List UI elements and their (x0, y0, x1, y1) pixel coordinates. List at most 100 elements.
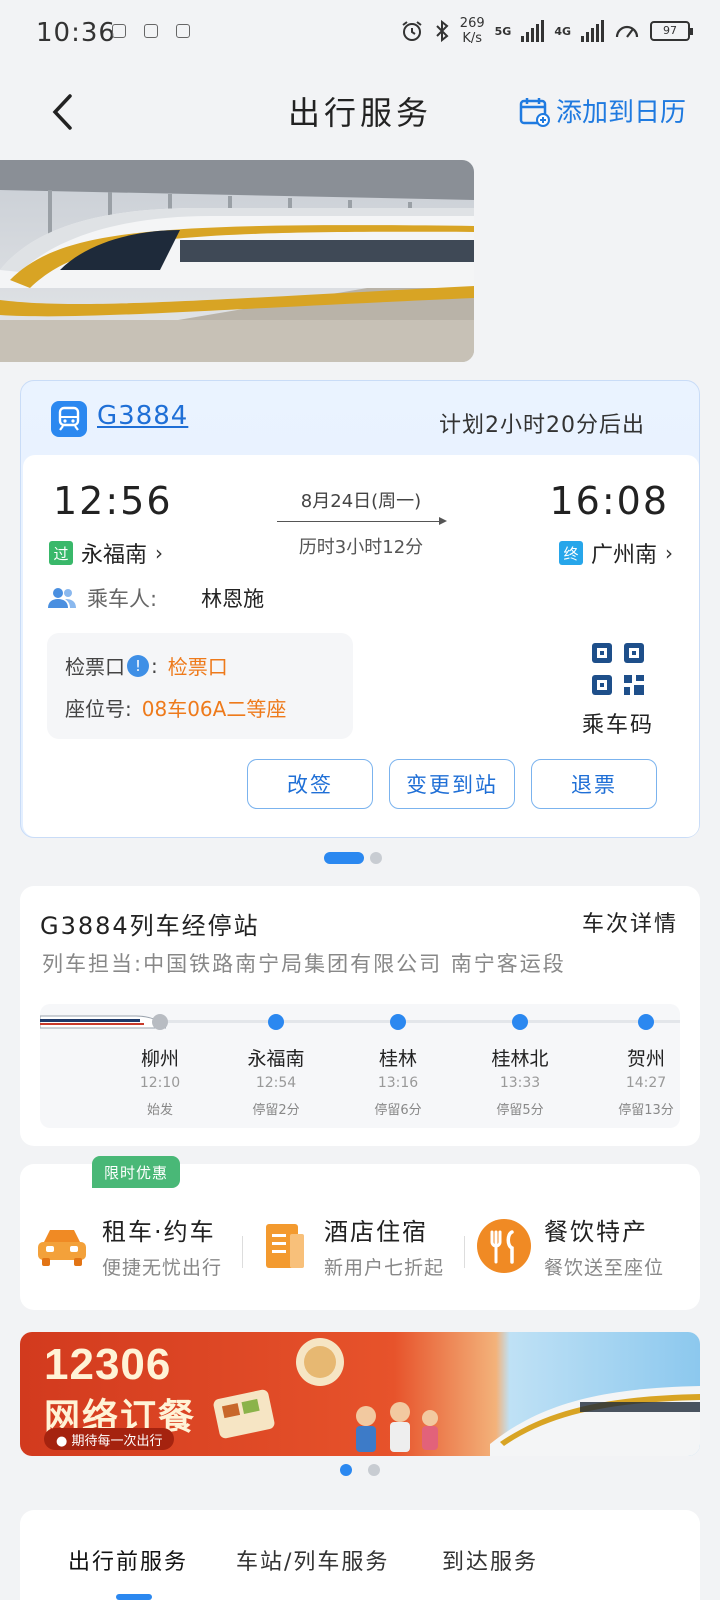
car-service-title: 租车·约车 (102, 1218, 216, 1246)
pager-dot (370, 852, 382, 864)
stop-stay: 停留5分 (496, 1103, 544, 1118)
arrival-time: 16:08 (549, 479, 669, 523)
service-tabs: 出行前服务 车站/列车服务 到达服务 (20, 1510, 700, 1600)
promo-badge: 限时优惠 (92, 1156, 181, 1188)
services-card: 限时优惠 租车·约车 便捷无忧出行 酒店住宿 新用户七折起 餐饮特产 餐饮送至座… (20, 1156, 700, 1310)
stop-stay: 停留13分 (618, 1103, 674, 1118)
refund-button[interactable]: 退票 (531, 759, 657, 809)
gate-label: 检票口 (65, 655, 125, 679)
chevron-right-icon: › (155, 541, 164, 565)
qr-code-icon (592, 643, 644, 695)
seat-label: 座位号: (65, 697, 132, 721)
notification-icons (112, 24, 190, 38)
stop-name: 贺州 (626, 1048, 665, 1070)
arrival-station[interactable]: 终 广州南 › (558, 537, 673, 569)
add-to-calendar-button[interactable]: 添加到日历 (518, 92, 686, 129)
seat-value: 08车06A二等座 (141, 697, 287, 721)
departure-station[interactable]: 过 永福南 › (49, 537, 163, 569)
network-label-1: 5G (494, 24, 512, 38)
info-icon[interactable]: ! (127, 654, 149, 677)
battery-icon: 97 (650, 21, 693, 41)
ticket-body: 12:56 8月24日(周一) 历时3小时12分 16:08 过 永福南 › 终… (23, 455, 699, 837)
active-tab-indicator (116, 1594, 152, 1600)
notification-icon (144, 24, 158, 38)
stop-time: 13:16 (377, 1075, 419, 1091)
food-service[interactable]: 餐饮特产 餐饮送至座位 (476, 1212, 664, 1280)
network-label-2: 4G (554, 24, 571, 38)
chevron-right-icon: › (665, 541, 673, 565)
divider (242, 1236, 243, 1268)
change-ticket-button[interactable]: 改签 (247, 759, 373, 809)
terminal-tag: 终 (558, 541, 583, 565)
stop-time: 12:10 (139, 1075, 181, 1091)
network-speed: 269 K/s (460, 16, 485, 46)
alarm-icon (402, 21, 422, 41)
pager-dot (368, 1464, 380, 1476)
banner-number: 12306 (44, 1340, 172, 1389)
food-service-subtitle: 餐饮送至座位 (544, 1257, 665, 1279)
status-bar: 10:36 269 K/s 5G 4G 97 (0, 0, 720, 70)
gate-value: 检票口 (167, 655, 228, 679)
speed-unit: K/s (462, 31, 483, 46)
train-number-link[interactable]: G3884 (97, 401, 188, 431)
signal-icon (581, 20, 604, 42)
stop-item[interactable]: 柳州 12:10 始发 (110, 1014, 210, 1118)
ticket-card[interactable]: G3884 计划2小时20分后出 12:56 8月24日(周一) 历时3小时12… (20, 380, 700, 838)
boarding-code-button[interactable]: 乘车码 (573, 641, 663, 739)
stop-stay: 停留2分 (252, 1103, 300, 1118)
stop-dot (638, 1014, 654, 1030)
stop-item[interactable]: 桂林北 13:33 停留5分 (470, 1014, 570, 1118)
hotel-icon (256, 1218, 312, 1274)
food-service-title: 餐饮特产 (544, 1218, 648, 1246)
car-service-subtitle: 便捷无忧出行 (102, 1257, 223, 1279)
boarding-code-label: 乘车码 (581, 713, 654, 738)
arrow-icon (277, 517, 447, 525)
pager-dot-active (324, 852, 364, 864)
status-icons: 269 K/s 5G 4G 97 (400, 16, 693, 46)
ticket-pager (324, 852, 382, 864)
bluetooth-icon (436, 19, 449, 43)
departure-countdown: 计划2小时20分后出 (439, 413, 645, 438)
tab-station-train[interactable]: 车站/列车服务 (236, 1544, 389, 1576)
stop-item[interactable]: 桂林 13:16 停留6分 (348, 1014, 448, 1118)
seat-info-box: 检票口 ! : 检票口 座位号: 08车06A二等座 (47, 633, 353, 739)
battery-level: 97 (663, 24, 677, 37)
stop-name: 桂林 (378, 1048, 417, 1070)
stop-stay: 停留6分 (374, 1103, 422, 1118)
stops-title: G3884列车经停站 (40, 912, 260, 940)
departure-station-name: 永福南 (81, 543, 148, 568)
passenger-label: 乘车人: (87, 587, 158, 611)
notification-icon (176, 24, 190, 38)
stop-dot (268, 1014, 284, 1030)
train-detail-link[interactable]: 车次详情 (582, 906, 678, 938)
operator-info: 列车担当:中国铁路南宁局集团有限公司 南宁客运段 (42, 952, 566, 976)
car-service[interactable]: 租车·约车 便捷无忧出行 (34, 1212, 222, 1280)
stop-timeline[interactable]: 柳州 12:10 始发 永福南 12:54 停留2分 桂林 13:16 停留6分… (40, 1004, 680, 1128)
hotel-service-title: 酒店住宿 (324, 1218, 428, 1246)
train-hero-image (0, 160, 474, 362)
change-destination-button[interactable]: 变更到站 (389, 759, 515, 809)
app-header: 出行服务 添加到日历 (0, 70, 720, 154)
banner-slogan: ● 期待每一次出行 (44, 1428, 175, 1450)
utensils-icon (476, 1218, 532, 1274)
calendar-icon (519, 97, 550, 127)
train-icon (51, 401, 87, 437)
stop-dot (512, 1014, 528, 1030)
arrival-station-name: 广州南 (590, 543, 657, 568)
passenger-icon (48, 588, 76, 608)
tab-arrival[interactable]: 到达服务 (442, 1544, 538, 1576)
speed-value: 269 (459, 16, 485, 31)
tab-pre-travel[interactable]: 出行前服务 (68, 1544, 188, 1576)
hotel-service[interactable]: 酒店住宿 新用户七折起 (256, 1212, 444, 1280)
seat-row: 座位号: 08车06A二等座 (65, 693, 286, 722)
stop-name: 永福南 (247, 1048, 305, 1070)
stop-item[interactable]: 永福南 12:54 停留2分 (226, 1014, 326, 1118)
notification-icon (112, 24, 126, 38)
meal-order-banner[interactable]: 12306 网络订餐 ● 期待每一次出行 (20, 1332, 700, 1456)
speedometer-icon (615, 25, 639, 38)
hotel-service-subtitle: 新用户七折起 (324, 1257, 445, 1279)
stop-name: 桂林北 (491, 1048, 549, 1070)
stop-stay: 始发 (146, 1103, 173, 1118)
stop-item[interactable]: 贺州 14:27 停留13分 (596, 1014, 680, 1118)
passenger-name: 林恩施 (201, 587, 265, 611)
